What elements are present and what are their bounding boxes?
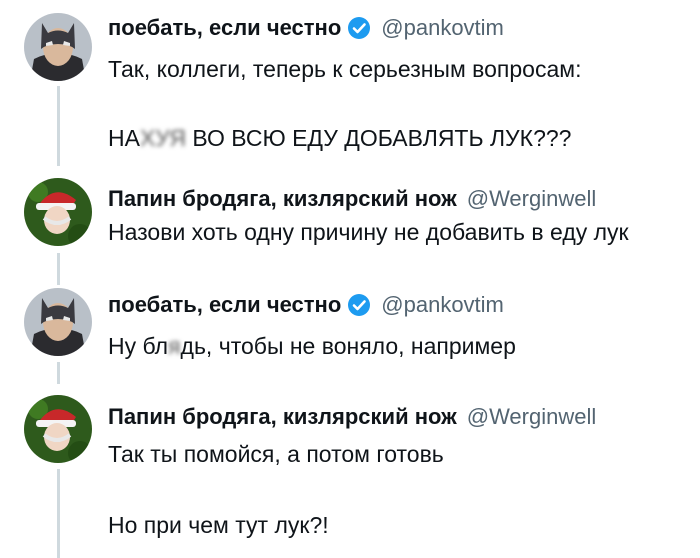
author-name[interactable]: поебать, если честно	[108, 291, 341, 319]
tweet-4[interactable]: Папин бродяга, кизлярский нож @Werginwel…	[0, 383, 700, 558]
censored-word: ХУЯ	[139, 125, 187, 151]
text-segment: дь, чтобы не воняло, например	[180, 333, 516, 359]
thread-connector	[57, 253, 60, 285]
thread-connector	[57, 86, 60, 166]
tweet-text-line: НАХУЯ ВО ВСЮ ЕДУ ДОБАВЛЯТЬ ЛУК???	[108, 123, 571, 153]
tweet-text-line: Ну блядь, чтобы не воняло, например	[108, 331, 516, 361]
tweet-header: поебать, если честно @pankovtim	[108, 14, 504, 42]
author-handle[interactable]: @pankovtim	[381, 291, 504, 319]
verified-badge-icon	[347, 293, 371, 317]
tweet-header: поебать, если честно @pankovtim	[108, 291, 504, 319]
tweet-3[interactable]: поебать, если честно @pankovtim Ну блядь…	[0, 283, 700, 384]
tweet-text-line: Но при чем тут лук?!	[108, 512, 329, 538]
text-segment: Ну бл	[108, 333, 169, 359]
tweet-header: Папин бродяга, кизлярский нож @Werginwel…	[108, 403, 596, 431]
text-segment: НА	[108, 125, 140, 151]
tweet-text-line: Так ты помойся, а потом готовь	[108, 441, 444, 467]
batman-avatar[interactable]	[24, 288, 92, 356]
thread-connector	[57, 362, 60, 384]
author-handle[interactable]: @Werginwell	[467, 185, 597, 213]
censored-word: я	[168, 333, 181, 359]
santa-hat-avatar[interactable]	[24, 395, 92, 463]
batman-avatar[interactable]	[24, 13, 92, 81]
santa-hat-avatar[interactable]	[24, 178, 92, 246]
tweet-text-line: Назови хоть одну причину не добавить в е…	[108, 219, 629, 245]
author-handle[interactable]: @pankovtim	[381, 14, 504, 42]
tweet-header: Папин бродяга, кизлярский нож @Werginwel…	[108, 185, 596, 213]
tweet-text-line: Так, коллеги, теперь к серьезным вопроса…	[108, 56, 582, 82]
author-name[interactable]: Папин бродяга, кизлярский нож	[108, 185, 457, 213]
tweet-2[interactable]: Папин бродяга, кизлярский нож @Werginwel…	[0, 165, 700, 285]
author-handle[interactable]: @Werginwell	[467, 403, 597, 431]
author-name[interactable]: Папин бродяга, кизлярский нож	[108, 403, 457, 431]
author-name[interactable]: поебать, если честно	[108, 14, 341, 42]
tweet-1[interactable]: поебать, если честно @pankovtim Так, кол…	[0, 0, 700, 166]
verified-badge-icon	[347, 16, 371, 40]
text-segment: ВО ВСЮ ЕДУ ДОБАВЛЯТЬ ЛУК???	[186, 125, 572, 151]
thread-connector	[57, 469, 60, 558]
tweet-thread: поебать, если честно @pankovtim Так, кол…	[0, 0, 700, 558]
